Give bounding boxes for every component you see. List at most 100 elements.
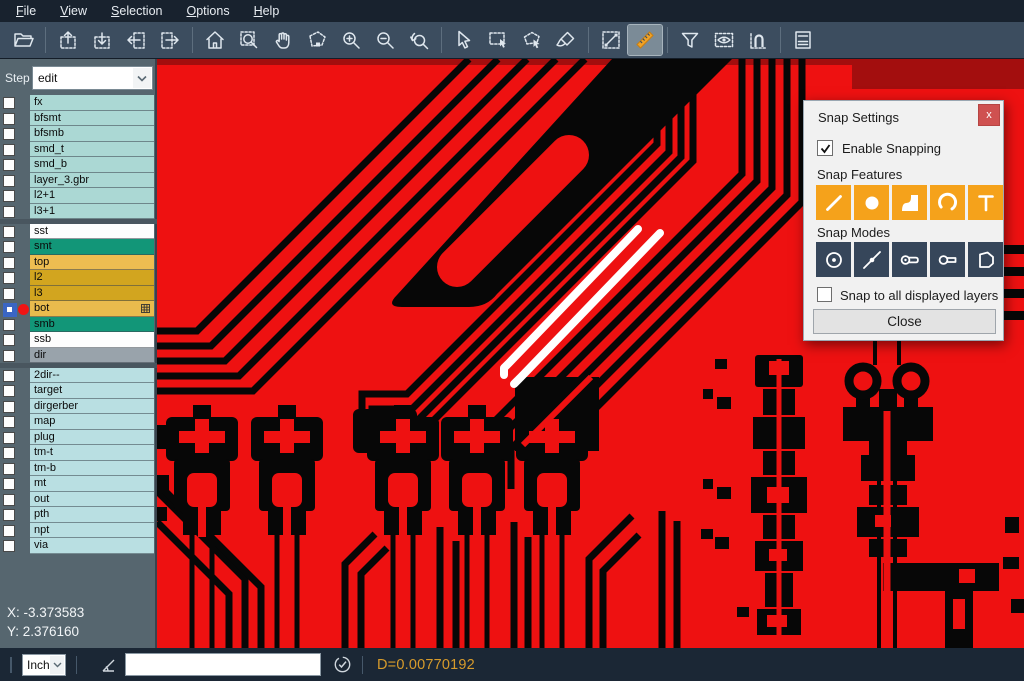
snap-mode-point-on-line[interactable] (854, 242, 889, 277)
layer-row-via[interactable]: via (0, 538, 157, 554)
tool-select-pointer[interactable] (447, 25, 481, 55)
layer-checkbox[interactable] (3, 416, 15, 428)
angle-icon[interactable] (99, 655, 119, 675)
layer-row-layer_3.gbr[interactable]: layer_3.gbr (0, 173, 157, 189)
layer-checkbox[interactable] (3, 494, 15, 506)
layer-row-bfsmt[interactable]: bfsmt (0, 111, 157, 127)
layer-checkbox[interactable] (3, 447, 15, 459)
layer-row-pth[interactable]: pth (0, 507, 157, 523)
layer-checkbox[interactable] (3, 350, 15, 362)
layer-checkbox[interactable] (3, 288, 15, 300)
layer-checkbox[interactable] (3, 432, 15, 444)
tool-measure-ruler[interactable] (628, 25, 662, 55)
layer-row-bot[interactable]: bot (0, 301, 157, 317)
tool-snap-magnet[interactable] (741, 25, 775, 55)
tool-measure-line[interactable] (594, 25, 628, 55)
tool-filter[interactable] (673, 25, 707, 55)
layer-checkbox[interactable] (3, 272, 15, 284)
layer-row-smt[interactable]: smt (0, 239, 157, 255)
snap-feature-text[interactable] (968, 185, 1003, 220)
tool-zoom-previous[interactable] (402, 25, 436, 55)
menu-help[interactable]: Help (242, 2, 292, 20)
close-icon[interactable]: x (978, 104, 1000, 126)
snap-feature-line[interactable] (816, 185, 851, 220)
layer-row-fx[interactable]: fx (0, 95, 157, 111)
tool-zoom-polygon[interactable] (300, 25, 334, 55)
layer-checkbox[interactable] (3, 226, 15, 238)
close-button[interactable]: Close (813, 309, 996, 334)
layer-checkbox[interactable] (3, 113, 15, 125)
menu-view[interactable]: View (48, 2, 99, 20)
layer-checkbox[interactable] (3, 319, 15, 331)
tool-import-bottom[interactable] (85, 25, 119, 55)
layer-checkbox[interactable] (3, 401, 15, 413)
layer-row-tm-b[interactable]: tm-b (0, 461, 157, 477)
snap-feature-arc[interactable] (930, 185, 965, 220)
tool-paint-brush[interactable] (549, 25, 583, 55)
tool-view-box[interactable] (707, 25, 741, 55)
snap-mode-center[interactable] (816, 242, 851, 277)
tool-zoom-out[interactable] (368, 25, 402, 55)
layer-row-smb[interactable]: smb (0, 317, 157, 333)
layer-checkbox[interactable] (3, 97, 15, 109)
tool-import-top[interactable] (51, 25, 85, 55)
layer-row-dir[interactable]: dir (0, 348, 157, 364)
layer-row-npt[interactable]: npt (0, 523, 157, 539)
snap-feature-circle[interactable] (854, 185, 889, 220)
layer-checkbox[interactable] (3, 190, 15, 202)
command-input[interactable] (125, 653, 321, 676)
layer-checkbox[interactable] (3, 241, 15, 253)
layer-row-top[interactable]: top (0, 255, 157, 271)
layer-row-l3[interactable]: l3 (0, 286, 157, 302)
layer-row-ssb[interactable]: ssb (0, 332, 157, 348)
layer-row-2dir--[interactable]: 2dir-- (0, 368, 157, 384)
layer-row-tm-t[interactable]: tm-t (0, 445, 157, 461)
snap-mode-polygon-corner[interactable] (968, 242, 1003, 277)
apply-icon[interactable] (333, 655, 352, 674)
layer-row-map[interactable]: map (0, 414, 157, 430)
layer-row-l2+1[interactable]: l2+1 (0, 188, 157, 204)
layer-row-plug[interactable]: plug (0, 430, 157, 446)
step-dropdown[interactable]: edit (32, 66, 153, 90)
layer-checkbox[interactable] (3, 509, 15, 521)
layer-checkbox[interactable] (3, 334, 15, 346)
menu-selection[interactable]: Selection (99, 2, 174, 20)
snap-feature-surface[interactable] (892, 185, 927, 220)
layer-row-smd_b[interactable]: smd_b (0, 157, 157, 173)
chevron-down-icon[interactable] (133, 68, 151, 88)
layer-checkbox[interactable] (3, 303, 17, 317)
layer-checkbox[interactable] (3, 144, 15, 156)
tool-import-left[interactable] (119, 25, 153, 55)
layer-row-mt[interactable]: mt (0, 476, 157, 492)
layer-row-l3+1[interactable]: l3+1 (0, 204, 157, 220)
snap-mode-pad-outline[interactable] (930, 242, 965, 277)
grid-icon[interactable] (141, 304, 150, 313)
tool-pan-hand[interactable] (266, 25, 300, 55)
tool-import-right[interactable] (153, 25, 187, 55)
layer-checkbox[interactable] (3, 463, 15, 475)
layer-checkbox[interactable] (3, 175, 15, 187)
layer-checkbox[interactable] (3, 525, 15, 537)
tool-open-folder[interactable] (6, 25, 40, 55)
layer-row-target[interactable]: target (0, 383, 157, 399)
enable-snapping-checkbox[interactable] (817, 140, 833, 156)
layer-row-sst[interactable]: sst (0, 224, 157, 240)
layer-row-dirgerber[interactable]: dirgerber (0, 399, 157, 415)
layer-checkbox[interactable] (3, 478, 15, 490)
tool-report-panel[interactable] (786, 25, 820, 55)
layer-checkbox[interactable] (3, 385, 15, 397)
unit-select[interactable]: Inch (22, 654, 66, 676)
tool-select-polygon[interactable] (515, 25, 549, 55)
layer-checkbox[interactable] (3, 159, 15, 171)
layer-row-out[interactable]: out (0, 492, 157, 508)
tool-select-rectangle[interactable] (481, 25, 515, 55)
tool-zoom-home[interactable] (198, 25, 232, 55)
menu-options[interactable]: Options (174, 2, 241, 20)
layer-row-l2[interactable]: l2 (0, 270, 157, 286)
all-layers-checkbox[interactable] (817, 287, 832, 302)
layer-checkbox[interactable] (3, 257, 15, 269)
layer-checkbox[interactable] (3, 370, 15, 382)
tool-zoom-window[interactable] (232, 25, 266, 55)
tool-zoom-in[interactable] (334, 25, 368, 55)
menu-file[interactable]: File (4, 2, 48, 20)
